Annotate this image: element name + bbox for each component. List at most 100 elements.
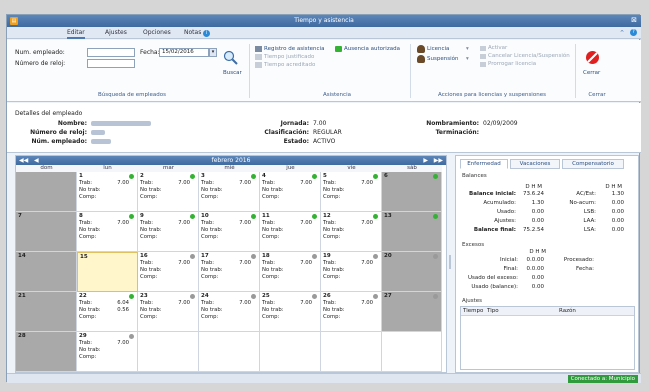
help-icon[interactable]: ? [630, 29, 637, 36]
date-dropdown-button[interactable]: ▾ [209, 48, 217, 57]
calendar-day-cell[interactable]: 3 Trab: 7.00 No trab: Comp: [199, 172, 260, 212]
calendar-day-cell[interactable]: 4 Trab: 7.00 No trab: Comp: [260, 172, 321, 212]
activar-button[interactable]: Activar [488, 45, 507, 51]
calendar-day-cell[interactable]: 8 Trab: 7.00 No trab: Comp: [77, 212, 138, 252]
calendar-day-cell[interactable]: 12 Trab: 7.00 No trab: Comp: [321, 212, 382, 252]
ajustes-table[interactable]: Tiempo Tipo Razón [460, 306, 635, 370]
ajustes-col-tiempo: Tiempo [463, 308, 484, 314]
calendar-day-cell[interactable]: 24 Trab: 7.00 No trab: Comp: [199, 292, 260, 332]
clock-number-input[interactable] [87, 59, 135, 68]
notrab-label: No trab: [79, 347, 101, 353]
trab-value: 7.00 [117, 220, 129, 226]
close-window-button[interactable]: ⊠ [631, 16, 637, 24]
calendar-day-cell[interactable]: 14 [16, 252, 77, 292]
prorrogar-licencia-button[interactable]: Prorrogar licencia [488, 61, 536, 67]
balances-panel: Enfermedad Vacaciones Compensatorio Bala… [455, 155, 639, 373]
calendar-day-cell[interactable]: 1 Trab: 7.00 No trab: Comp: [77, 172, 138, 212]
calendar-day-cell[interactable]: 25 Trab: 7.00 No trab: Comp: [260, 292, 321, 332]
app-window: ▤ Tiempo y asistencia ⊠ Editar Ajustes O… [0, 0, 649, 391]
calendar-day-cell[interactable]: 16 Trab: 7.00 No trab: Comp: [138, 252, 199, 292]
cancelar-licencia-button[interactable]: Cancelar Licencia/Suspensión [488, 53, 570, 59]
trab-value: 7.00 [300, 260, 312, 266]
licencia-button[interactable]: Licencia [427, 46, 449, 52]
calendar-day-cell[interactable]: 20 [382, 252, 442, 292]
comp-label: Comp: [262, 274, 280, 280]
exceso-inicial-value: 0.0.00 [526, 257, 545, 263]
status-dot-icon [312, 254, 317, 259]
calendar-day-cell[interactable]: 2 Trab: 7.00 No trab: Comp: [138, 172, 199, 212]
calendar-day-cell[interactable]: 27 [382, 292, 442, 332]
search-icon[interactable] [223, 50, 239, 66]
ausencia-autorizada-button[interactable]: Ausencia autorizada [344, 46, 400, 52]
calendar-day-cell [382, 332, 442, 372]
suspension-dropdown-icon[interactable]: ▾ [466, 56, 469, 62]
suspension-button[interactable]: Suspensión [427, 56, 458, 62]
calendar-day-cell[interactable]: 28 [16, 332, 77, 372]
usado-exceso-label: Usado del exceso: [468, 275, 518, 281]
calendar-day-cell[interactable] [16, 172, 77, 212]
tab-ajustes[interactable]: Ajustes [105, 29, 127, 36]
tab-enfermedad[interactable]: Enfermedad [460, 159, 508, 169]
tab-opciones[interactable]: Opciones [143, 29, 171, 36]
balance-value: 1.30 [611, 191, 624, 197]
status-dot-icon [190, 174, 195, 179]
trab-value: 7.00 [361, 260, 373, 266]
notrab-label: No trab: [323, 307, 345, 313]
ajustes-col-tipo: Tipo [487, 308, 499, 314]
calendar-day-cell[interactable]: 9 Trab: 7.00 No trab: Comp: [138, 212, 199, 252]
procesado-label: Procesado: [563, 257, 594, 263]
licencias-group-label: Acciones para licencias y suspensiones [438, 92, 546, 98]
status-dot-icon [373, 214, 378, 219]
calendar-day-cell[interactable]: 7 [16, 212, 77, 252]
trab-value: 7.00 [117, 340, 129, 346]
calendar-day-cell[interactable]: 11 Trab: 7.00 No trab: Comp: [260, 212, 321, 252]
tab-notas[interactable]: Notas i [184, 29, 211, 37]
weekday-header: mar [138, 165, 199, 172]
calendar-day-cell[interactable]: 22 Trab: 6.04 No trab: 0.56 Comp: [77, 292, 138, 332]
employee-details: Detalles del empleado Nombre: Número de … [7, 103, 641, 153]
licencia-dropdown-icon[interactable]: ▾ [466, 46, 469, 52]
trab-label: Trab: [79, 300, 93, 306]
calendar-day-cell [138, 332, 199, 372]
trab-value: 7.00 [361, 300, 373, 306]
weekday-header: dom [16, 165, 77, 172]
calendar-day-cell[interactable]: 19 Trab: 7.00 No trab: Comp: [321, 252, 382, 292]
comp-label: Comp: [323, 274, 341, 280]
day-number: 18 [262, 253, 270, 259]
calendar-day-cell[interactable]: 26 Trab: 7.00 No trab: Comp: [321, 292, 382, 332]
day-number: 13 [384, 213, 392, 219]
calendar-day-cell[interactable]: 29 Trab: 7.00 No trab: Comp: [77, 332, 138, 372]
status-dot-icon [251, 254, 256, 259]
tab-compensatorio[interactable]: Compensatorio [562, 159, 624, 169]
calendar-day-cell[interactable]: 18 Trab: 7.00 No trab: Comp: [260, 252, 321, 292]
day-number: 19 [323, 253, 331, 259]
tab-vacaciones[interactable]: Vacaciones [510, 159, 560, 169]
tiempo-justificado-button[interactable]: Tiempo justificado [264, 54, 314, 60]
prorrogar-icon [480, 62, 486, 67]
cerrar-icon[interactable] [585, 50, 600, 65]
next-month-button[interactable]: ▶ [423, 157, 428, 164]
calendar-day-cell[interactable]: 17 Trab: 7.00 No trab: Comp: [199, 252, 260, 292]
cerrar-button[interactable]: Cerrar [583, 70, 600, 76]
calendar-day-cell[interactable]: 23 Trab: 7.00 No trab: Comp: [138, 292, 199, 332]
tiempo-acreditado-button[interactable]: Tiempo acreditado [264, 62, 315, 68]
registro-asistencia-button[interactable]: Registro de asistencia [264, 46, 324, 52]
search-button[interactable]: Buscar [223, 70, 242, 76]
calendar-day-cell[interactable]: 21 [16, 292, 77, 332]
calendar-day-cell[interactable]: 13 [382, 212, 442, 252]
calendar-day-cell[interactable]: 6 [382, 172, 442, 212]
title-bar: ▤ Tiempo y asistencia ⊠ [7, 15, 641, 27]
collapse-ribbon-icon[interactable]: ⌃ [619, 29, 625, 37]
emp-number-input[interactable] [87, 48, 135, 57]
comp-label: Comp: [201, 274, 219, 280]
calendar-day-cell[interactable]: 10 Trab: 7.00 No trab: Comp: [199, 212, 260, 252]
splitter-handle[interactable] [449, 255, 451, 269]
clasificacion-label: Clasificación: [264, 129, 309, 136]
day-number: 28 [18, 333, 26, 339]
calendar-day-cell[interactable]: 5 Trab: 7.00 No trab: Comp: [321, 172, 382, 212]
date-input[interactable]: 15/02/2016 [159, 48, 209, 57]
tab-editar[interactable]: Editar [67, 29, 85, 39]
calendar-day-cell[interactable]: 15 [77, 252, 138, 292]
trab-label: Trab: [79, 180, 93, 186]
next-year-button[interactable]: ▶▶ [434, 157, 443, 164]
